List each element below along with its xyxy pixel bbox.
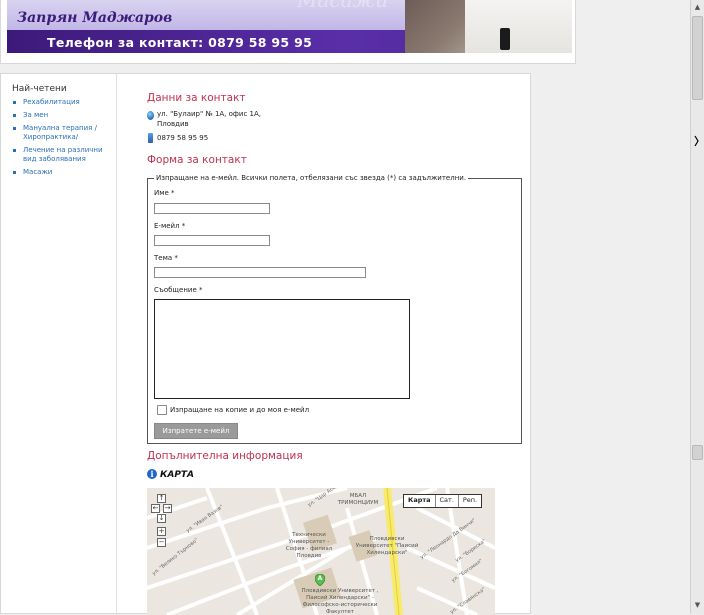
header: Масажи Запрян Маджаров Телефон за контак… [0,0,576,64]
map-label-tech-univ: Технически Университет - София - филиал … [285,532,333,559]
copy-checkbox[interactable] [157,405,167,415]
content-area: Най-четени Рехабилитация За мен Мануална… [0,73,531,615]
map-zoom-out[interactable]: − [157,538,166,547]
sidebar-item-rehab: Рехабилитация [10,98,114,107]
sidebar-link-rehab[interactable]: Рехабилитация [23,98,80,106]
map-label-plovdiv-univ: Пловдивски Университет "Паисий Хилендарс… [355,536,419,556]
scroll-up-icon[interactable]: ▲ [692,2,703,13]
globe-icon [147,111,154,120]
banner-phone: Телефон за контакт: 0879 58 95 95 [47,35,313,50]
banner-name: Запрян Маджаров [17,10,173,26]
sidebar-item-massages: Масажи [10,168,114,177]
submit-button[interactable]: Изпратете е-мейл [154,423,238,439]
map-pan-right[interactable]: → [163,504,172,513]
sidebar-link-massages[interactable]: Масажи [23,168,52,176]
map-type-map[interactable]: Карта [404,495,436,507]
page: Масажи Запрян Маджаров Телефон за контак… [0,0,690,615]
sidebar-link-treatment[interactable]: Лечение на различни вид заболявания [23,146,103,163]
phone-icon [148,133,153,143]
name-label: Име * [154,189,175,197]
map-pan-down[interactable]: ↓ [157,514,166,523]
contact-address-line2: Пловдив [157,120,189,128]
name-input[interactable] [154,203,270,214]
sidebar-link-manual[interactable]: Мануална терапия / Хиропрактика/ [23,124,97,141]
vertical-scrollbar[interactable]: ▲ ▼ [690,0,704,614]
map[interactable]: ↑ ← → ↓ + − Карта Сат. Реп. МБАЛ ТРИМОНЦ… [147,488,495,615]
banner-photo [405,0,572,53]
subject-label: Тема * [154,254,178,262]
sidebar-list: Рехабилитация За мен Мануална терапия / … [10,98,114,181]
map-type-switcher: Карта Сат. Реп. [403,494,483,508]
scroll-down-icon[interactable]: ▼ [692,600,703,611]
additional-heading: Допълнителна информация [147,450,303,462]
banner-watermark: Масажи [297,0,389,12]
sidebar-item-treatment: Лечение на различни вид заболявания [10,146,114,164]
sidebar-item-manual: Мануална терапия / Хиропрактика/ [10,124,114,142]
photo-logo-icon [500,28,510,50]
form-heading: Форма за контакт [147,154,247,166]
header-banner: Масажи Запрян Маджаров Телефон за контак… [7,0,572,53]
email-label: Е-мейл * [154,222,186,230]
photo-shirt [465,0,572,53]
subject-input[interactable] [154,267,366,278]
map-label-mbal: МБАЛ ТРИМОНЦИУМ [337,493,379,506]
map-zoom-in[interactable]: + [157,527,166,536]
contact-form: Изпращане на е-мейл. Всички полета, отбе… [147,174,522,444]
message-textarea[interactable] [154,299,410,399]
scroll-thumb-secondary[interactable] [692,445,703,460]
email-input[interactable] [154,235,270,246]
map-label-phil-hist: Пловдивски Университет , Паисий Хилендар… [301,588,379,615]
map-type-satellite[interactable]: Сат. [436,495,459,507]
sidebar-item-about: За мен [10,111,114,120]
contact-address-line1: ул. "Булаир" № 1А, офис 1А, [157,110,261,118]
sidebar-link-about[interactable]: За мен [23,111,48,119]
contact-phone: 0879 58 95 95 [157,134,209,142]
sidebar-title: Най-четени [12,84,67,94]
sidebar: Най-четени Рехабилитация За мен Мануална… [4,74,117,615]
map-pan-up[interactable]: ↑ [157,494,166,503]
map-type-hybrid[interactable]: Реп. [459,495,481,507]
copy-label: Изпращане на копие и до моя е-мейл [170,406,310,414]
map-pan-left[interactable]: ← [151,504,160,513]
contact-heading: Данни за контакт [147,92,246,104]
form-legend: Изпращане на е-мейл. Всички полета, отбе… [154,174,469,182]
resize-cursor-icon [694,135,699,147]
info-icon: i [147,469,157,479]
map-marker-letter: A [317,575,323,582]
map-title: КАРТА [160,470,195,480]
message-label: Съобщение * [154,286,203,294]
scroll-thumb[interactable] [692,16,703,100]
